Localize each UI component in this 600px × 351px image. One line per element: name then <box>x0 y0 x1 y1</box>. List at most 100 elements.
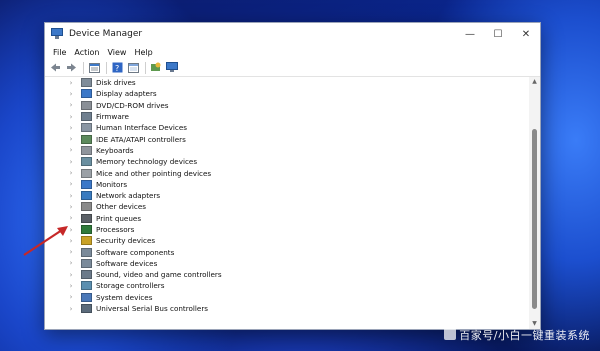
expand-chevron-icon[interactable]: › <box>67 169 75 177</box>
device-category-row[interactable]: › Software devices <box>45 258 529 269</box>
close-button[interactable]: ✕ <box>512 23 540 45</box>
device-category-label: Processors <box>96 225 135 234</box>
scan-hardware-icon <box>151 62 161 71</box>
expand-chevron-icon[interactable]: › <box>67 259 75 267</box>
device-category-row[interactable]: › Display adapters <box>45 88 529 99</box>
dvd-icon <box>81 100 92 110</box>
device-category-row[interactable]: › Memory technology devices <box>45 156 529 167</box>
expand-chevron-icon[interactable]: › <box>67 146 75 154</box>
monitor-button[interactable] <box>165 61 179 74</box>
update-driver-icon <box>127 62 139 73</box>
device-category-row[interactable]: › Universal Serial Bus controllers <box>45 303 529 314</box>
expand-chevron-icon[interactable]: › <box>67 90 75 98</box>
device-category-row[interactable]: › Other devices <box>45 201 529 212</box>
device-category-row[interactable]: › Security devices <box>45 235 529 246</box>
device-category-row[interactable]: › Storage controllers <box>45 280 529 291</box>
mouse-icon <box>81 168 92 178</box>
software-device-icon <box>81 258 92 268</box>
device-category-row[interactable]: › Processors <box>45 224 529 235</box>
svg-text:?: ? <box>115 64 119 73</box>
device-category-row[interactable]: › DVD/CD-ROM drives <box>45 100 529 111</box>
title-bar[interactable]: Device Manager — ☐ ✕ <box>45 23 540 45</box>
device-category-row[interactable]: › Firmware <box>45 111 529 122</box>
toolbar-separator <box>145 61 146 74</box>
help-icon: ? <box>112 62 122 73</box>
device-category-label: Firmware <box>96 112 129 122</box>
maximize-button[interactable]: ☐ <box>484 23 512 45</box>
device-category-label: Monitors <box>96 179 128 189</box>
monitor-icon <box>166 62 178 72</box>
device-category-label: Sound, video and game controllers <box>96 270 222 280</box>
back-arrow-icon <box>50 63 60 72</box>
device-category-row[interactable]: › IDE ATA/ATAPI controllers <box>45 133 529 144</box>
monitor-icon <box>81 179 92 189</box>
keyboard-icon <box>81 145 92 155</box>
minimize-button[interactable]: — <box>456 23 484 45</box>
menu-file[interactable]: File <box>49 48 70 57</box>
device-tree: › Disk drives › Display adapters › DVD/CD-ROM… <box>45 77 529 329</box>
expand-chevron-icon[interactable]: › <box>67 293 75 301</box>
device-category-row[interactable]: › Keyboards <box>45 145 529 156</box>
hid-icon <box>81 123 92 133</box>
expand-chevron-icon[interactable]: › <box>67 180 75 188</box>
device-manager-icon <box>51 28 63 40</box>
device-category-label: Disk drives <box>96 78 136 88</box>
expand-chevron-icon[interactable]: › <box>67 124 75 132</box>
printer-icon <box>81 213 92 223</box>
expand-chevron-icon[interactable]: › <box>67 214 75 222</box>
window-title: Device Manager <box>69 29 143 39</box>
menu-action[interactable]: Action <box>70 48 103 57</box>
device-category-label: Software components <box>96 247 175 257</box>
sound-icon <box>81 270 92 280</box>
expand-chevron-icon[interactable]: › <box>67 203 75 211</box>
device-category-row[interactable]: › Mice and other pointing devices <box>45 167 529 178</box>
device-category-label: Display adapters <box>96 89 157 99</box>
scroll-up-icon[interactable]: ▲ <box>529 77 540 87</box>
expand-chevron-icon[interactable]: › <box>67 158 75 166</box>
disk-icon <box>81 78 92 88</box>
device-category-label: Human Interface Devices <box>96 123 187 133</box>
expand-chevron-icon[interactable]: › <box>67 192 75 200</box>
toolbar-separator <box>83 61 84 74</box>
menu-help[interactable]: Help <box>130 48 156 57</box>
forward-arrow-icon <box>66 63 76 72</box>
properties-button[interactable] <box>87 61 101 74</box>
display-icon <box>81 89 92 99</box>
help-button[interactable]: ? <box>110 61 124 74</box>
scrollbar-thumb[interactable] <box>532 129 537 309</box>
device-category-row[interactable]: › System devices <box>45 292 529 303</box>
expand-chevron-icon[interactable]: › <box>67 79 75 87</box>
vertical-scrollbar[interactable]: ▲ ▼ <box>529 77 540 329</box>
device-category-row[interactable]: › Software components <box>45 246 529 257</box>
device-category-row[interactable]: › Disk drives <box>45 77 529 88</box>
device-category-row[interactable]: › Monitors <box>45 179 529 190</box>
device-category-label: System devices <box>96 292 153 302</box>
firmware-icon <box>81 112 92 122</box>
scan-hardware-button[interactable] <box>149 61 163 74</box>
device-category-row[interactable]: › Human Interface Devices <box>45 122 529 133</box>
watermark-text: 百家号/小白一键重装系统 <box>459 329 590 342</box>
toolbar: ? <box>45 59 540 77</box>
back-button[interactable] <box>48 61 62 74</box>
watermark-logo-icon <box>444 328 457 340</box>
expand-chevron-icon[interactable]: › <box>67 135 75 143</box>
expand-chevron-icon[interactable]: › <box>67 282 75 290</box>
device-category-row[interactable]: › Sound, video and game controllers <box>45 269 529 280</box>
device-category-label: Print queues <box>96 213 142 223</box>
system-icon <box>81 292 92 302</box>
annotation-arrow <box>23 226 68 256</box>
device-category-row[interactable]: › Print queues <box>45 213 529 224</box>
expand-chevron-icon[interactable]: › <box>67 101 75 109</box>
forward-button[interactable] <box>64 61 78 74</box>
device-category-row[interactable]: › Network adapters <box>45 190 529 201</box>
device-category-label: Memory technology devices <box>96 157 198 167</box>
device-category-label: Network adapters <box>96 191 161 201</box>
expand-chevron-icon[interactable]: › <box>67 305 75 313</box>
menu-view[interactable]: View <box>103 48 130 57</box>
device-category-label: Mice and other pointing devices <box>96 168 212 178</box>
update-driver-button[interactable] <box>126 61 140 74</box>
device-category-label: Keyboards <box>96 145 134 155</box>
expand-chevron-icon[interactable]: › <box>67 271 75 279</box>
device-category-label: DVD/CD-ROM drives <box>96 100 169 110</box>
expand-chevron-icon[interactable]: › <box>67 113 75 121</box>
